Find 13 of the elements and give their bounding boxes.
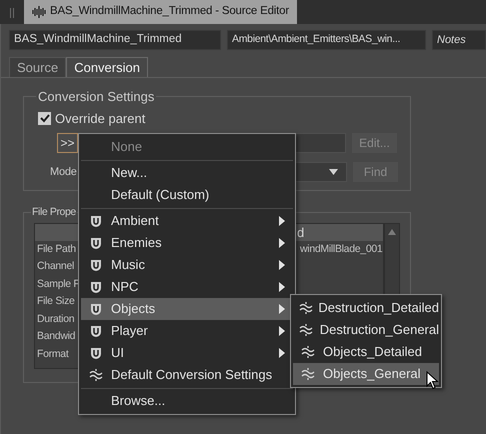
property-name: Channel — [37, 259, 74, 274]
checkbox-label: Override parent — [55, 110, 146, 128]
property-name: File Size — [37, 294, 75, 310]
property-name: Duration — [37, 312, 74, 327]
property-name: File Path — [37, 242, 76, 257]
mode-label: Mode — [50, 164, 77, 180]
window-title: BAS_WindmillMachine_Trimmed - Source Editor — [50, 4, 289, 20]
property-value: windMillBlade_001 — [300, 242, 382, 257]
property-name: Bandwid — [37, 329, 76, 344]
column-header: d — [297, 224, 304, 242]
group-title: File Prope — [31, 205, 77, 220]
group-title: Conversion Settings — [37, 88, 156, 106]
property-name: Format — [37, 346, 68, 362]
